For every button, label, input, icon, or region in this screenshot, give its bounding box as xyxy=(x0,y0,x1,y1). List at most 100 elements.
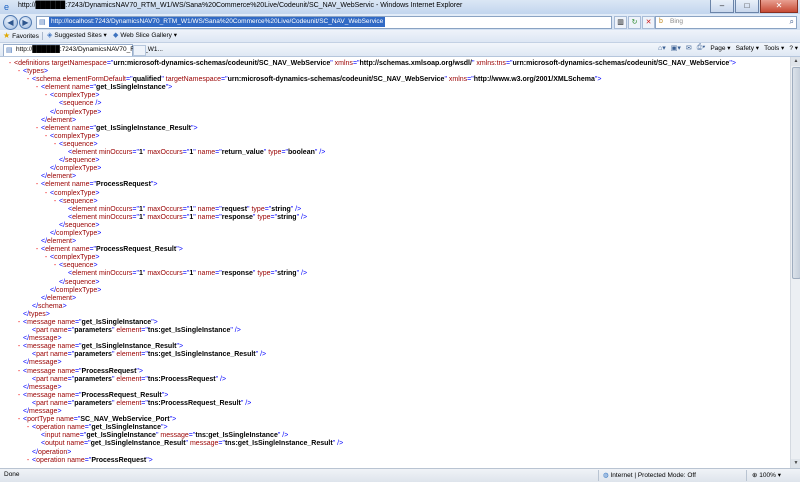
xml-line: </sequence> xyxy=(0,157,736,165)
address-url[interactable]: http://localhost:7243/DynamicsNAV70_RTM_… xyxy=(49,17,386,27)
xml-token: ProcessRequest xyxy=(91,456,147,464)
xml-token: "> xyxy=(160,424,168,432)
xml-line: - <sequence> xyxy=(0,198,736,206)
xml-token: SC_NAV_WebService_Port xyxy=(80,416,170,424)
xml-token: urn:microsoft-dynamics-schemas/codeunit/… xyxy=(227,76,445,84)
print-icon[interactable]: ⎙▾ xyxy=(697,44,706,52)
collapse-toggle[interactable]: - xyxy=(24,457,32,465)
favorites-button[interactable]: ★ Favorites xyxy=(3,31,39,40)
xml-token: =" xyxy=(141,375,148,383)
xml-token: "> xyxy=(161,391,169,399)
collapse-toggle[interactable]: - xyxy=(42,190,50,198)
vertical-scrollbar[interactable]: ▲ ▼ xyxy=(790,57,800,468)
scroll-thumb[interactable] xyxy=(792,67,800,279)
xml-token: complexType xyxy=(54,132,96,140)
xml-token: name xyxy=(197,213,216,221)
xml-token: =" xyxy=(215,149,222,157)
xml-token: complexType xyxy=(54,189,96,197)
collapse-toggle[interactable]: - xyxy=(15,68,23,76)
safety-menu[interactable]: Safety ▾ xyxy=(736,44,760,52)
xml-token: message xyxy=(29,383,58,391)
xml-token: schema xyxy=(36,76,63,84)
collapse-toggle[interactable]: - xyxy=(15,392,23,400)
collapse-toggle[interactable]: - xyxy=(51,262,59,270)
collapse-toggle[interactable]: - xyxy=(15,343,23,351)
stop-icon[interactable]: ✕ xyxy=(642,16,655,29)
maximize-button[interactable]: □ xyxy=(735,0,759,13)
xml-token: complexType xyxy=(54,254,96,262)
xml-token: message xyxy=(27,319,58,326)
address-tools: ▥ ↻ ✕ xyxy=(614,16,656,29)
xml-token: > xyxy=(95,254,100,262)
collapse-toggle[interactable]: - xyxy=(51,198,59,206)
window-title-bar: e http://██████:7243/DynamicsNAV70_RTM_W… xyxy=(0,0,800,15)
search-input[interactable]: b Bing ⌕ xyxy=(655,16,797,29)
xml-token: > xyxy=(97,229,102,237)
xml-token: element xyxy=(45,181,72,189)
collapse-toggle[interactable]: - xyxy=(6,60,14,68)
refresh-icon[interactable]: ↻ xyxy=(628,16,641,29)
back-button[interactable]: ◀ xyxy=(3,15,18,30)
scroll-up-arrow-icon[interactable]: ▲ xyxy=(791,57,800,66)
collapse-toggle[interactable]: - xyxy=(24,76,32,84)
collapse-toggle[interactable]: - xyxy=(42,133,50,141)
xml-token: =" xyxy=(218,440,225,448)
xml-token: message xyxy=(160,432,189,440)
xml-token: /> xyxy=(95,100,102,108)
xml-token: operation xyxy=(36,424,68,432)
xml-token: " /> xyxy=(290,205,302,213)
suggested-sites-link[interactable]: ◈ Suggested Sites ▾ xyxy=(47,31,107,39)
address-field[interactable]: ▤ http://localhost:7243/DynamicsNAV70_RT… xyxy=(36,16,612,29)
collapse-toggle[interactable]: - xyxy=(51,141,59,149)
internet-explorer-icon: e xyxy=(4,2,10,12)
collapse-toggle[interactable]: - xyxy=(24,424,32,432)
xml-token: get_IsSingleInstance_Result xyxy=(96,124,191,132)
mail-icon[interactable]: ✉ xyxy=(686,44,692,52)
collapse-toggle[interactable]: - xyxy=(15,368,23,376)
xml-token: > xyxy=(71,173,77,181)
xml-token: part xyxy=(36,351,51,359)
xml-token: parameters xyxy=(74,375,112,383)
security-zone[interactable]: ◍ Internet | Protected Mode: Off xyxy=(603,471,696,479)
tab-current[interactable]: ▤ http://██████:7243/DynamicsNAV70_RTM_W… xyxy=(3,44,163,56)
xml-tree: - <definitions targetNamespace="urn:micro… xyxy=(0,60,736,465)
xml-token: tns:ProcessRequest xyxy=(147,375,216,383)
feeds-icon[interactable]: ▣▾ xyxy=(671,44,681,52)
collapse-toggle[interactable]: - xyxy=(33,125,41,133)
zoom-control[interactable]: ⊕ 100% ▾ xyxy=(752,471,781,479)
xml-token: " /> xyxy=(314,149,326,157)
scroll-down-arrow-icon[interactable]: ▼ xyxy=(791,459,800,468)
forward-button[interactable]: ▶ xyxy=(19,16,32,29)
close-button[interactable]: ✕ xyxy=(760,0,798,13)
xml-token: complexType xyxy=(54,92,96,100)
collapse-toggle[interactable]: - xyxy=(15,416,23,424)
search-icon[interactable]: ⌕ xyxy=(790,17,794,27)
xml-token: "> xyxy=(594,76,602,84)
compatibility-view-icon[interactable]: ▥ xyxy=(614,16,627,29)
page-menu[interactable]: Page ▾ xyxy=(710,44,730,52)
xml-token: element xyxy=(116,375,142,383)
web-slice-gallery-link[interactable]: ◆ Web Slice Gallery ▾ xyxy=(113,31,177,39)
collapse-toggle[interactable]: - xyxy=(42,254,50,262)
help-menu[interactable]: ? ▾ xyxy=(789,44,798,52)
xml-line: </element> xyxy=(0,295,736,303)
minimize-button[interactable]: – xyxy=(710,0,734,13)
xml-token: =" xyxy=(132,213,139,221)
collapse-toggle[interactable]: - xyxy=(42,92,50,100)
new-tab-button[interactable] xyxy=(133,45,146,56)
xml-token: get_IsSingleInstance xyxy=(86,432,156,440)
xml-token: name xyxy=(57,319,75,326)
suggested-sites-icon: ◈ xyxy=(47,32,53,39)
collapse-toggle[interactable]: - xyxy=(33,181,41,189)
collapse-toggle[interactable]: - xyxy=(33,246,41,254)
collapse-toggle[interactable]: - xyxy=(33,84,41,92)
xml-token: "> xyxy=(176,246,183,254)
xml-line: - <sequence> xyxy=(0,262,736,270)
xml-token: complexType xyxy=(56,165,98,173)
page-icon: ▤ xyxy=(6,47,13,54)
home-icon[interactable]: ⌂▾ xyxy=(658,44,666,52)
tools-menu[interactable]: Tools ▾ xyxy=(764,44,784,52)
collapse-toggle[interactable]: - xyxy=(15,319,23,327)
xml-line: </sequence> xyxy=(0,222,736,230)
address-bar-row: ◀ ▶ ▤ http://localhost:7243/DynamicsNAV7… xyxy=(0,14,800,30)
